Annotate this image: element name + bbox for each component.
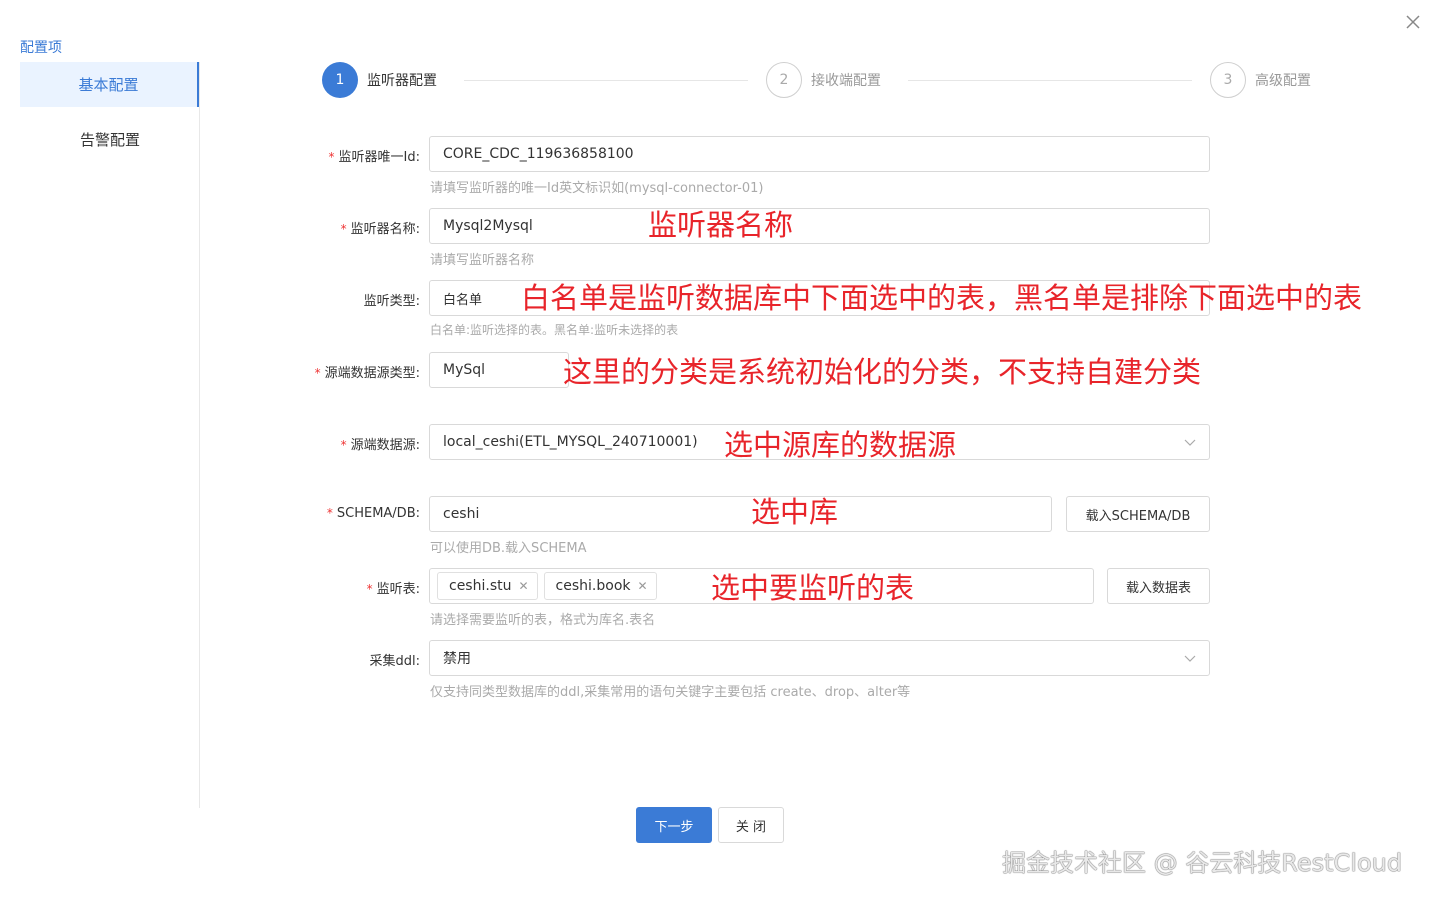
annotation-source-type: 这里的分类是系统初始化的分类，不支持自建分类 bbox=[563, 355, 1202, 389]
remove-tag-icon[interactable]: ✕ bbox=[518, 579, 528, 593]
ddl-value: 禁用 bbox=[443, 651, 471, 667]
listener-name-value: Mysql2Mysql bbox=[443, 218, 533, 234]
annotation-listener-type: 白名单是监听数据库中下面选中的表，黑名单是排除下面选中的表 bbox=[521, 281, 1363, 315]
annotation-schema: 选中库 bbox=[751, 495, 839, 529]
step-number: 1 bbox=[322, 62, 358, 98]
listener-type-value: 白名单 bbox=[443, 292, 483, 308]
listener-id-label: * 监听器唯一Id: bbox=[328, 150, 420, 165]
listener-type-hint: 白名单:监听选择的表。黑名单:监听未选择的表 bbox=[430, 323, 679, 337]
sidebar-item-alert-config[interactable]: 告警配置 bbox=[20, 117, 200, 162]
listener-id-hint: 请填写监听器的唯一Id英文标识如(mysql-connector-01) bbox=[430, 181, 764, 196]
tables-label: * 监听表: bbox=[366, 582, 420, 597]
ddl-label: 采集ddl: bbox=[369, 654, 421, 669]
annotation-listener-name: 监听器名称 bbox=[648, 208, 794, 242]
schema-label: * SCHEMA/DB: bbox=[326, 506, 420, 521]
source-type-label: * 源端数据源类型: bbox=[314, 366, 420, 381]
table-tag: ceshi.book ✕ bbox=[543, 572, 657, 600]
sidebar-item-label: 告警配置 bbox=[79, 131, 140, 149]
listener-id-input[interactable]: CORE_CDC_119636858100 bbox=[429, 136, 1210, 172]
listener-name-input[interactable]: Mysql2Mysql bbox=[429, 208, 1210, 244]
step-2[interactable]: 2 接收端配置 bbox=[766, 62, 881, 98]
tables-hint: 请选择需要监听的表，格式为库名.表名 bbox=[430, 613, 656, 628]
source-type-value: MySql bbox=[443, 362, 486, 378]
ddl-hint: 仅支持同类型数据库的ddl,采集常用的语句关键字主要包括 create、drop… bbox=[430, 685, 911, 700]
step-connector bbox=[908, 80, 1192, 81]
annotation-tables: 选中要监听的表 bbox=[711, 571, 915, 605]
source-type-select[interactable]: MySql bbox=[429, 352, 569, 388]
close-icon[interactable] bbox=[1402, 11, 1424, 33]
load-tables-button[interactable]: 载入数据表 bbox=[1107, 568, 1210, 604]
step-label: 监听器配置 bbox=[367, 73, 437, 89]
table-tag: ceshi.stu ✕ bbox=[437, 572, 538, 600]
ddl-select[interactable]: 禁用 bbox=[429, 640, 1210, 676]
chevron-down-icon bbox=[1184, 439, 1196, 446]
next-button[interactable]: 下一步 bbox=[636, 807, 712, 843]
sidebar-item-label: 基本配置 bbox=[78, 76, 139, 94]
source-label: * 源端数据源: bbox=[340, 438, 420, 453]
schema-value: ceshi bbox=[443, 506, 480, 522]
watermark: 掘金技术社区 @ 谷云科技RestCloud bbox=[1002, 849, 1403, 877]
listener-name-hint: 请填写监听器名称 bbox=[430, 253, 535, 268]
listener-name-label: * 监听器名称: bbox=[340, 222, 420, 237]
step-label: 接收端配置 bbox=[811, 73, 881, 89]
schema-input[interactable]: ceshi bbox=[429, 496, 1052, 532]
step-label: 高级配置 bbox=[1255, 73, 1311, 89]
table-tag-label: ceshi.book bbox=[555, 578, 631, 594]
step-3[interactable]: 3 高级配置 bbox=[1210, 62, 1311, 98]
step-number: 3 bbox=[1210, 62, 1246, 98]
step-1[interactable]: 1 监听器配置 bbox=[322, 62, 437, 98]
sidebar-item-basic-config[interactable]: 基本配置 bbox=[20, 62, 200, 107]
listener-type-label: 监听类型: bbox=[363, 294, 420, 309]
annotation-source: 选中源库的数据源 bbox=[724, 428, 957, 462]
load-schema-button[interactable]: 载入SCHEMA/DB bbox=[1066, 496, 1210, 532]
sidebar-divider bbox=[199, 62, 200, 808]
step-number: 2 bbox=[766, 62, 802, 98]
schema-hint: 可以使用DB.载入SCHEMA bbox=[430, 541, 587, 556]
chevron-down-icon bbox=[1184, 655, 1196, 662]
source-value: local_ceshi(ETL_MYSQL_240710001) bbox=[443, 434, 698, 450]
remove-tag-icon[interactable]: ✕ bbox=[638, 579, 648, 593]
table-tag-label: ceshi.stu bbox=[449, 578, 512, 594]
listener-id-value: CORE_CDC_119636858100 bbox=[443, 146, 634, 162]
sidebar-title: 配置项 bbox=[20, 40, 62, 56]
close-button[interactable]: 关 闭 bbox=[718, 807, 784, 843]
step-connector bbox=[464, 80, 748, 81]
